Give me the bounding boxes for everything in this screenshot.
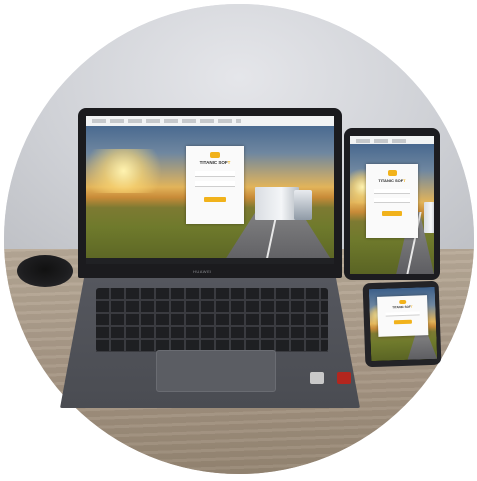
laptop-keyboard [96,288,328,352]
username-field[interactable] [374,189,410,194]
login-button[interactable] [382,211,402,216]
truck-image [254,187,300,220]
tablet-screen: TITANIC SOFT [350,136,434,274]
laptop-brand-logo: HUAWEI [193,269,212,274]
phone-screen: TITANIC SOFT [368,286,438,362]
truck-logo-icon [210,152,220,158]
taskbar [86,258,334,264]
truck-logo-icon [398,299,406,305]
username-field[interactable] [195,171,235,177]
laptop-sticker-2 [337,372,351,384]
laptop-sticker-1 [310,372,324,384]
username-field[interactable] [385,311,420,317]
login-card: TITANIC SOFT [377,295,429,337]
password-field[interactable] [195,181,235,187]
laptop-screen: TITANIC SOFT [86,116,334,264]
login-button[interactable] [393,319,412,325]
truck-image [423,202,434,233]
brand-name: TITANIC SOFT [199,160,231,165]
browser-toolbar [86,116,334,126]
login-card: TITANIC SOFT [186,146,244,224]
brand-name: TITANIC SOFT [392,304,413,310]
brand-name: TITANIC SOFT [378,178,406,183]
browser-toolbar [350,136,434,144]
laptop-trackpad [156,350,276,392]
login-card: TITANIC SOFT [366,164,418,238]
truck-logo-icon [387,170,397,176]
password-field[interactable] [374,198,410,203]
cable-grommet [17,255,73,287]
login-button[interactable] [204,197,226,202]
